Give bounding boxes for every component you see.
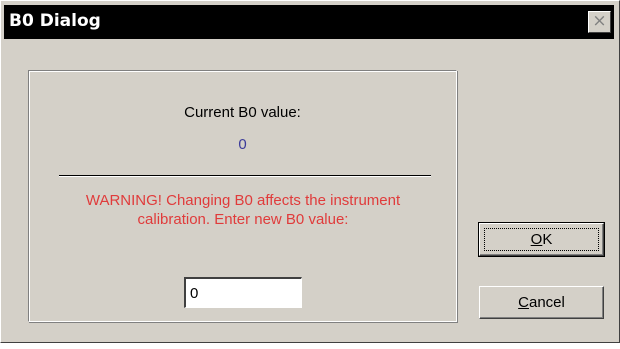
b0-dialog-window: B0 Dialog × Current B0 value: 0 WARNING!… [0,0,620,343]
separator-line [59,175,431,177]
warning-message: WARNING! Changing B0 affects the instrum… [39,191,447,229]
focus-rectangle [484,228,599,251]
window-title: B0 Dialog [9,11,101,31]
cancel-button-mnemonic: C [518,294,529,311]
cancel-button[interactable]: Cancel [479,286,604,319]
title-bar[interactable]: B0 Dialog × [4,5,614,39]
ok-button[interactable]: OK [478,222,605,257]
close-icon: × [592,11,607,31]
close-button[interactable]: × [588,11,611,33]
b0-group-panel: Current B0 value: 0 WARNING! Changing B0… [28,70,457,322]
cancel-button-label: ancel [528,294,565,311]
current-b0-value: 0 [238,136,247,153]
warning-line-2: calibration. Enter new B0 value: [137,211,349,228]
current-b0-label: Current B0 value: [184,104,301,121]
warning-line-1: WARNING! Changing B0 affects the instrum… [85,192,401,209]
new-b0-value-input[interactable] [184,277,302,308]
